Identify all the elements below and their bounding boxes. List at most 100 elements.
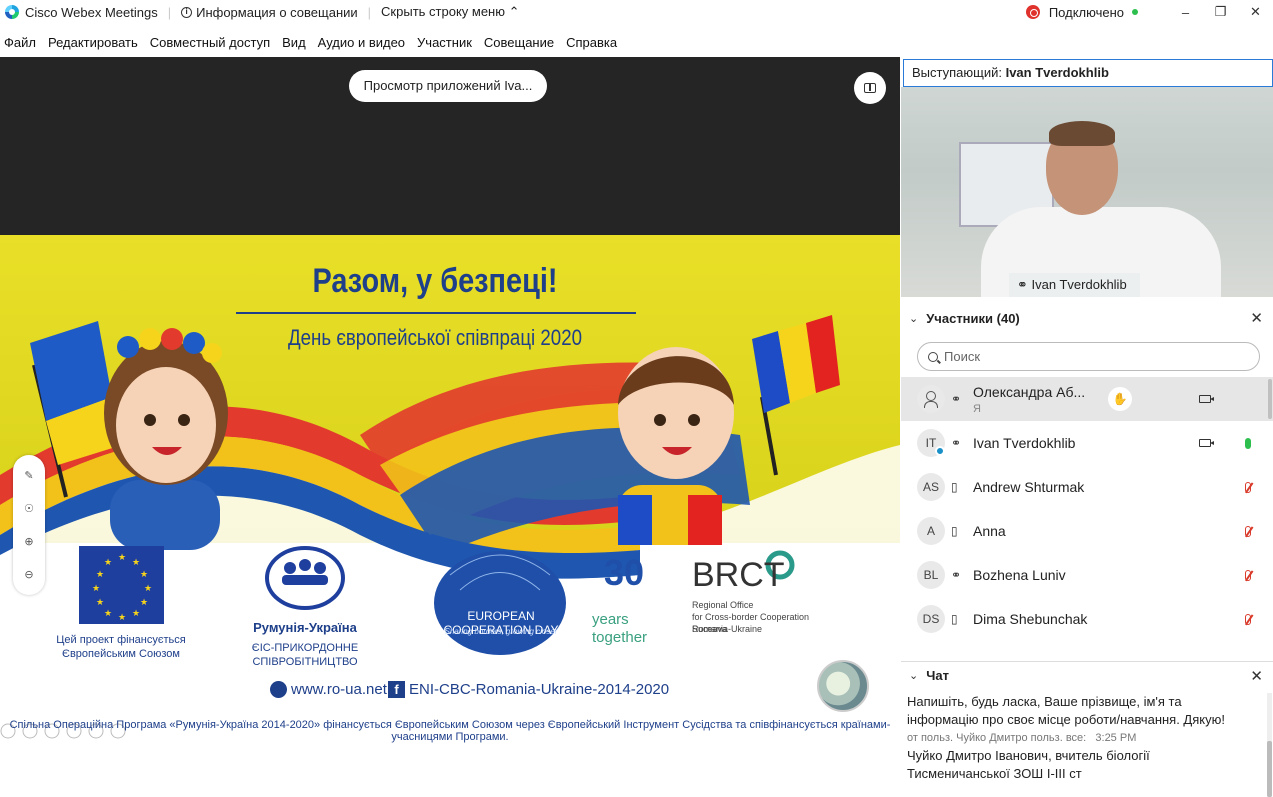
participants-header[interactable]: ⌄ Участники (40) ✕: [901, 305, 1273, 331]
svg-text:★: ★: [118, 612, 126, 622]
chat-message-line: Чуйко Дмитро Іванович, вчитель біології: [907, 748, 1150, 763]
svg-text:★: ★: [96, 569, 104, 579]
thirty-logo-together: together: [592, 629, 648, 646]
headset-icon: ⚭: [951, 436, 962, 450]
chat-messages: Напишіть, будь ласка, Ваше прізвище, ім'…: [907, 693, 1262, 797]
menu-meeting[interactable]: Совещание: [484, 35, 554, 50]
chevron-down-icon[interactable]: ⌄: [909, 312, 918, 325]
slide-artwork: ★ ★★ ★★★ ★★★ ★★★: [0, 235, 900, 739]
speaker-label: Выступающий:: [912, 65, 1002, 80]
video-name-label: Ivan Tverdokhlib: [1031, 277, 1127, 292]
slide-title: Разом, у безпеці!: [312, 262, 558, 300]
svg-text:★: ★: [118, 552, 126, 562]
title-divider: |: [167, 4, 172, 20]
chat-meta-from: от польз. Чуйко Дмитро польз. все:: [907, 732, 1087, 744]
chat-title: Чат: [926, 668, 949, 683]
slide-facebook-link: f ENI-CBC-Romania-Ukraine-2014-2020: [388, 681, 669, 698]
slide-footer-text: Спільна Операційна Програма «Румунія-Укр…: [9, 719, 891, 743]
participant-name: Bozhena Luniv: [973, 567, 1066, 583]
participant-name: Dima Shebunchak: [973, 611, 1088, 627]
floating-self-view-avatar[interactable]: [817, 660, 869, 712]
menu-view[interactable]: Вид: [282, 35, 306, 50]
share-view-pill[interactable]: Просмотр приложений Iva...: [349, 70, 547, 102]
app-title: Cisco Webex Meetings: [25, 4, 158, 20]
eu-logo-caption: Цей проект фінансується Європейським Сою…: [56, 634, 186, 660]
participants-title: Участники (40): [926, 310, 1020, 326]
chat-scrollbar[interactable]: [1267, 693, 1272, 797]
participant-row[interactable]: AS ▯ Andrew Shturmak: [901, 465, 1273, 509]
layout-icon: [864, 83, 876, 93]
participant-name: Ivan Tverdokhlib: [973, 435, 1076, 451]
thirty-logo-years: years: [592, 611, 629, 628]
maximize-button[interactable]: ❐: [1203, 4, 1238, 20]
raised-hand-icon[interactable]: ✋: [1108, 387, 1132, 411]
slide-subtitle: День європейської співпраці 2020: [287, 325, 582, 350]
layout-toggle-button[interactable]: [854, 72, 886, 104]
chat-message-line: Напишіть, будь ласка, Ваше прізвище, ім'…: [907, 694, 1182, 709]
menu-audio-video[interactable]: Аудио и видео: [318, 35, 405, 50]
close-window-button[interactable]: ✕: [1238, 4, 1273, 20]
participant-avatar: BL: [917, 561, 945, 589]
ecd-logo-tagline: Sharing borders, growing closer: [444, 627, 558, 636]
participant-name: Anna: [973, 523, 1006, 539]
participant-search-input[interactable]: Поиск: [917, 342, 1260, 371]
brct-logo-caption-3: Romania-Ukraine: [692, 624, 763, 634]
participant-name: Andrew Shturmak: [973, 479, 1085, 495]
participant-avatar: AS: [917, 473, 945, 501]
remote-control-icon[interactable]: ☉: [24, 502, 34, 515]
slide-website-text: www.ro-ua.net: [291, 681, 387, 698]
menu-help[interactable]: Справка: [566, 35, 617, 50]
svg-text:★: ★: [140, 597, 148, 607]
participant-row[interactable]: IT ⚭ Ivan Tverdokhlib: [901, 421, 1273, 465]
meeting-info-button[interactable]: i Информация о совещании: [181, 5, 358, 20]
participant-list-scrollbar[interactable]: [1268, 379, 1272, 419]
participant-row[interactable]: DS ▯ Dima Shebunchak: [901, 597, 1273, 641]
hide-menu-label: Скрыть строку меню: [381, 4, 505, 19]
close-participants-icon[interactable]: ✕: [1250, 309, 1263, 327]
svg-text:★: ★: [132, 608, 140, 618]
title-bar: Cisco Webex Meetings | i Информация о со…: [0, 0, 1273, 24]
participant-row[interactable]: ⚭ Олександра Аб... Я ✋: [901, 377, 1273, 421]
search-placeholder: Поиск: [944, 349, 981, 364]
phone-icon: ▯: [951, 612, 958, 626]
meeting-info-label: Информация о совещании: [196, 4, 358, 20]
microphone-muted-icon: [1245, 613, 1251, 625]
chevron-down-icon[interactable]: ⌄: [909, 669, 918, 682]
headset-icon: ⚭: [1017, 277, 1028, 292]
svg-text:★: ★: [140, 569, 148, 579]
speaker-video[interactable]: ⚭ Ivan Tverdokhlib: [901, 87, 1273, 297]
brct-logo-title: BRCT: [692, 556, 785, 594]
microphone-on-icon: [1245, 437, 1251, 449]
girl-face: [116, 367, 216, 483]
host-badge-icon: [935, 446, 945, 456]
svg-text:★: ★: [92, 583, 100, 593]
search-icon: [928, 351, 938, 362]
ro-ua-logo-title: Румунія-Україна: [253, 620, 357, 635]
recording-icon[interactable]: [1025, 5, 1040, 19]
headset-icon: ⚭: [951, 568, 962, 582]
svg-text:★: ★: [144, 583, 152, 593]
menu-share[interactable]: Совместный доступ: [150, 35, 270, 50]
zoom-in-icon[interactable]: ⊕: [24, 535, 33, 548]
phone-icon: ▯: [951, 524, 958, 538]
participant-row[interactable]: A ▯ Anna: [901, 509, 1273, 553]
participant-avatar: A: [917, 517, 945, 545]
video-camera-icon: [1199, 395, 1214, 403]
slide-website-link: www.ro-ua.net: [270, 681, 387, 698]
participant-name: Олександра Аб...: [973, 384, 1086, 400]
headset-icon: ⚭: [951, 392, 962, 406]
hide-menu-button[interactable]: Скрыть строку меню ⌃: [381, 4, 519, 20]
annotate-icon[interactable]: ✎: [24, 469, 33, 482]
zoom-out-icon[interactable]: ⊖: [24, 568, 33, 581]
menu-file[interactable]: Файл: [4, 35, 36, 50]
video-person-hair: [1049, 121, 1115, 146]
close-chat-icon[interactable]: ✕: [1250, 667, 1263, 685]
menu-participant[interactable]: Участник: [417, 35, 472, 50]
video-name-tag: ⚭ Ivan Tverdokhlib: [1009, 273, 1140, 297]
thirty-logo-number: 30: [603, 552, 645, 593]
menu-edit[interactable]: Редактировать: [48, 35, 138, 50]
chat-header[interactable]: ⌄ Чат ✕: [901, 661, 1273, 687]
participant-row[interactable]: BL ⚭ Bozhena Luniv: [901, 553, 1273, 597]
connected-indicator-icon: [1132, 9, 1138, 15]
minimize-button[interactable]: –: [1168, 5, 1203, 20]
